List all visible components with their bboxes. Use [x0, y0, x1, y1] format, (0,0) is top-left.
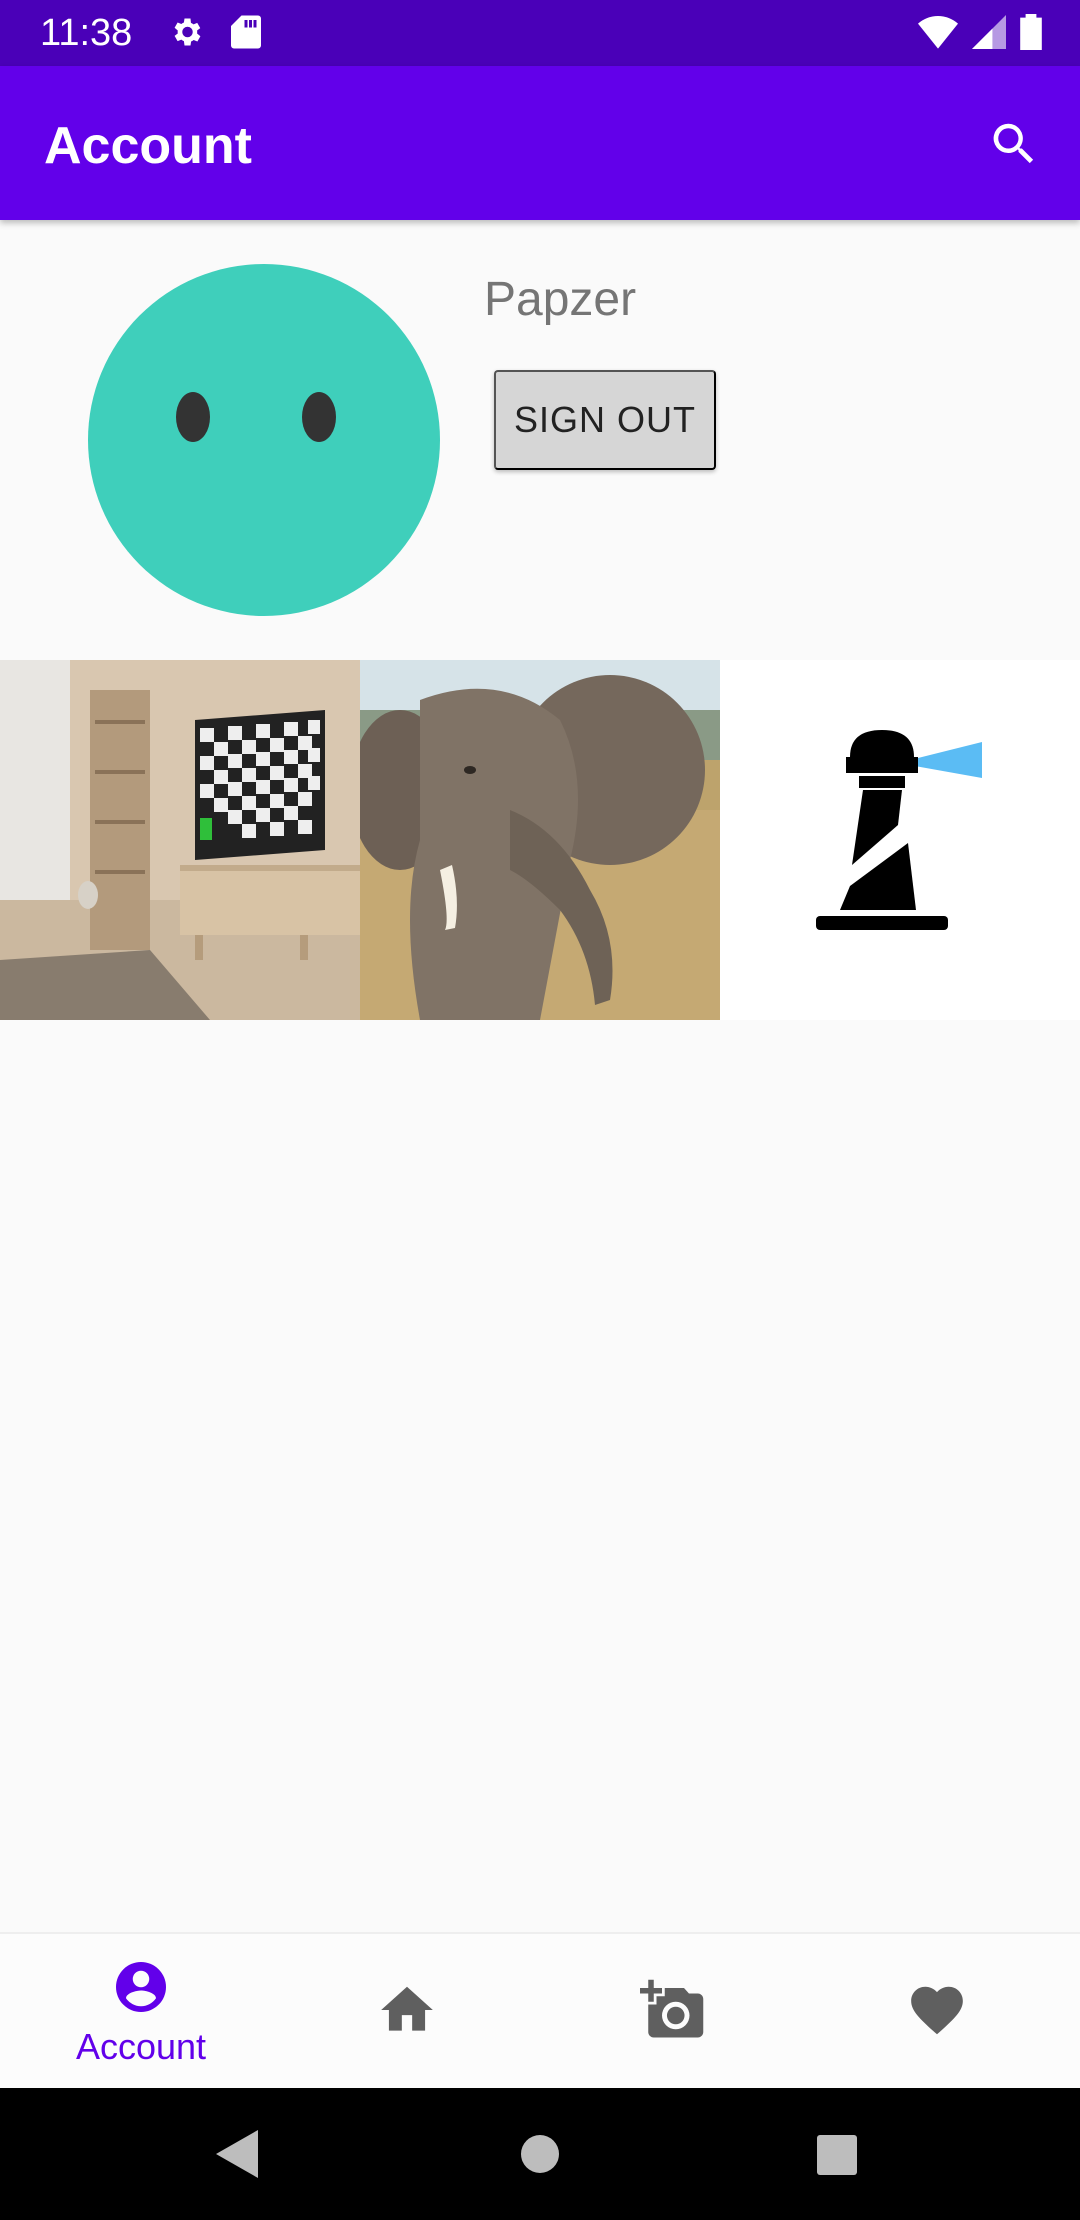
battery-icon — [1020, 14, 1042, 55]
signal-icon — [972, 15, 1006, 54]
account-circle-icon — [111, 1957, 171, 2022]
page-title: Account — [44, 117, 252, 175]
add-photo-icon — [640, 1977, 706, 2048]
home-circle-icon[interactable] — [520, 2134, 560, 2179]
nav-item-account[interactable]: Account — [6, 1934, 276, 2090]
elephant-photo[interactable] — [360, 660, 720, 1020]
nav-item-favorites[interactable] — [802, 1934, 1072, 2090]
profile-section: Papzer SIGN OUT — [0, 220, 1080, 660]
lighthouse-image[interactable] — [720, 660, 1080, 1020]
avatar-eye-left — [176, 392, 210, 442]
bottom-navigation: Account — [0, 1932, 1080, 2088]
nav-label-account: Account — [75, 2025, 207, 2067]
search-icon — [987, 117, 1041, 176]
photo-grid — [0, 660, 1080, 1020]
username: Papzer — [484, 273, 637, 326]
sd-card-icon — [230, 14, 262, 55]
avatar — [88, 264, 440, 616]
nav-item-add-photo[interactable] — [538, 1934, 808, 2090]
home-icon — [376, 1979, 438, 2046]
status-bar: 11:38 — [0, 0, 1080, 66]
sign-out-button[interactable]: SIGN OUT — [494, 370, 716, 470]
back-icon[interactable] — [214, 2128, 260, 2185]
app-bar: Account — [0, 66, 1080, 220]
wifi-icon — [918, 15, 958, 54]
status-time: 11:38 — [40, 12, 133, 54]
search-button[interactable] — [980, 112, 1048, 180]
nav-item-home[interactable] — [272, 1934, 542, 2090]
avatar-eye-right — [302, 392, 336, 442]
heart-icon — [906, 1979, 968, 2046]
settings-icon — [168, 14, 204, 55]
recents-icon[interactable] — [816, 2134, 858, 2181]
system-navigation-bar — [0, 2088, 1080, 2220]
living-room-tv-photo[interactable] — [0, 660, 360, 1020]
